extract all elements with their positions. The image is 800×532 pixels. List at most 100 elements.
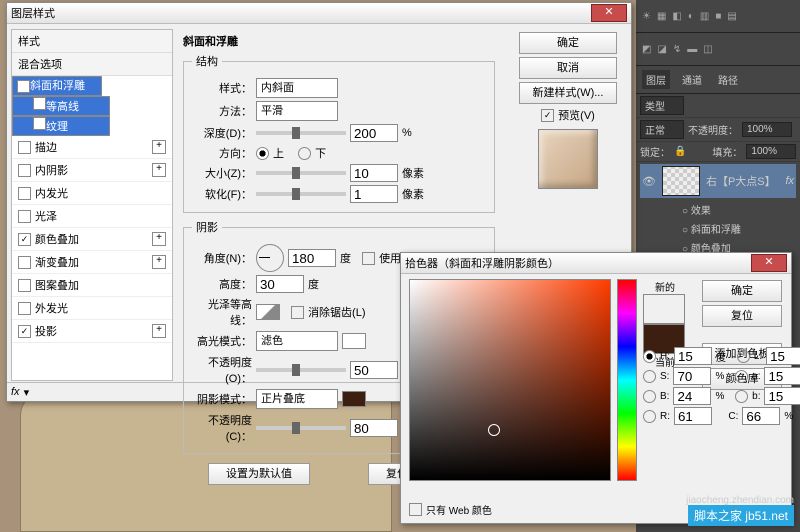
altitude-input[interactable]	[256, 275, 304, 293]
shadow-opacity-input[interactable]	[350, 419, 398, 437]
make-default-button[interactable]: 设置为默认值	[208, 463, 310, 485]
style-item-4[interactable]: 内阴影+	[12, 159, 172, 182]
style-checkbox[interactable]	[18, 233, 31, 246]
style-item-2[interactable]: 纹理	[12, 116, 110, 136]
technique-select[interactable]: 平滑	[256, 101, 338, 121]
depth-input[interactable]	[350, 124, 398, 142]
highlight-mode-select[interactable]: 滤色	[256, 331, 338, 351]
depth-slider[interactable]	[256, 131, 346, 135]
h-radio[interactable]	[643, 350, 656, 363]
style-checkbox[interactable]	[18, 210, 31, 223]
new-style-button[interactable]: 新建样式(W)...	[519, 82, 617, 104]
a-input[interactable]	[764, 367, 800, 385]
b-radio[interactable]	[643, 390, 656, 403]
add-icon[interactable]: +	[152, 163, 166, 177]
style-item-9[interactable]: 图案叠加	[12, 274, 172, 297]
picker-cancel-button[interactable]: 复位	[702, 305, 782, 327]
add-icon[interactable]: +	[152, 232, 166, 246]
l-radio[interactable]	[737, 350, 750, 363]
s-input[interactable]	[673, 367, 711, 385]
style-checkbox[interactable]	[33, 117, 46, 130]
layer-row[interactable]: 👁 右【P大点S】 fx	[640, 164, 796, 198]
style-checkbox[interactable]	[18, 164, 31, 177]
shadow-opacity-slider[interactable]	[256, 426, 346, 430]
tab-channels[interactable]: 通道	[678, 70, 706, 89]
highlight-opacity-input[interactable]	[350, 361, 398, 379]
style-checkbox[interactable]	[18, 141, 31, 154]
style-checkbox[interactable]	[18, 187, 31, 200]
style-item-3[interactable]: 描边+	[12, 136, 172, 159]
fill-value[interactable]: 100%	[746, 144, 796, 159]
b-input[interactable]	[673, 387, 711, 405]
soften-input[interactable]	[350, 185, 398, 203]
angle-dial[interactable]	[256, 244, 284, 272]
style-checkbox[interactable]	[18, 279, 31, 292]
direction-up-radio[interactable]	[256, 147, 269, 160]
style-checkbox[interactable]	[17, 80, 30, 93]
style-item-5[interactable]: 内发光	[12, 182, 172, 205]
fx-effects[interactable]: 效果	[636, 200, 800, 219]
global-light-checkbox[interactable]	[362, 252, 375, 265]
tab-paths[interactable]: 路径	[714, 70, 742, 89]
close-icon[interactable]: ✕	[591, 4, 627, 22]
size-slider[interactable]	[256, 171, 346, 175]
style-item-0[interactable]: 斜面和浮雕	[12, 76, 102, 96]
size-input[interactable]	[350, 164, 398, 182]
style-checkbox[interactable]	[18, 302, 31, 315]
close-icon[interactable]: ✕	[751, 254, 787, 272]
ok-button[interactable]: 确定	[519, 32, 617, 54]
style-item-10[interactable]: 外发光	[12, 297, 172, 320]
color-marker[interactable]	[488, 424, 500, 436]
highlight-opacity-slider[interactable]	[256, 368, 346, 372]
style-item-8[interactable]: 渐变叠加+	[12, 251, 172, 274]
layer-kind[interactable]: 类型	[640, 96, 684, 115]
style-item-11[interactable]: 投影+	[12, 320, 172, 343]
bevel-style-select[interactable]: 内斜面	[256, 78, 338, 98]
style-item-6[interactable]: 光泽	[12, 205, 172, 228]
c-input[interactable]	[742, 407, 780, 425]
style-checkbox[interactable]	[33, 97, 46, 110]
blend-mode[interactable]: 正常	[640, 120, 684, 139]
add-icon[interactable]: +	[152, 140, 166, 154]
styles-header[interactable]: 样式	[12, 30, 172, 53]
antialias-checkbox[interactable]	[291, 306, 304, 319]
hue-slider[interactable]	[617, 279, 637, 481]
soften-slider[interactable]	[256, 192, 346, 196]
direction-down-radio[interactable]	[298, 147, 311, 160]
a-radio[interactable]	[735, 370, 748, 383]
r-input[interactable]	[674, 407, 712, 425]
angle-input[interactable]	[288, 249, 336, 267]
shadow-mode-select[interactable]: 正片叠底	[256, 389, 338, 409]
style-item-1[interactable]: 等高线	[12, 96, 110, 116]
contour-picker[interactable]	[256, 304, 280, 320]
bb-radio[interactable]	[735, 390, 748, 403]
style-checkbox[interactable]	[18, 256, 31, 269]
visibility-icon[interactable]: 👁	[642, 175, 656, 188]
fx-menu-icon[interactable]: fx	[11, 386, 20, 398]
blend-options-header[interactable]: 混合选项	[12, 53, 172, 76]
fx-bevel[interactable]: 斜面和浮雕	[636, 219, 800, 238]
web-only-checkbox[interactable]	[409, 503, 422, 516]
r-radio[interactable]	[643, 410, 656, 423]
h-input[interactable]	[674, 347, 712, 365]
picker-titlebar[interactable]: 拾色器（斜面和浮雕阴影颜色） ✕	[401, 253, 791, 274]
color-field[interactable]	[409, 279, 611, 481]
style-item-7[interactable]: 颜色叠加+	[12, 228, 172, 251]
cancel-button[interactable]: 取消	[519, 57, 617, 79]
chevron-down-icon[interactable]: ▾	[24, 386, 30, 399]
shadow-color[interactable]	[342, 391, 366, 407]
add-icon[interactable]: +	[152, 324, 166, 338]
up-label: 上	[273, 145, 284, 161]
picker-ok-button[interactable]: 确定	[702, 280, 782, 302]
bb-input[interactable]	[764, 387, 800, 405]
highlight-color[interactable]	[342, 333, 366, 349]
opacity-value[interactable]: 100%	[742, 122, 792, 137]
style-checkbox[interactable]	[18, 325, 31, 338]
l-input[interactable]	[766, 347, 800, 365]
preview-checkbox[interactable]: ✓	[541, 109, 554, 122]
fx-badge[interactable]: fx	[785, 175, 794, 187]
s-radio[interactable]	[643, 370, 656, 383]
dialog-titlebar[interactable]: 图层样式 ✕	[7, 3, 631, 24]
tab-layers[interactable]: 图层	[642, 70, 670, 89]
add-icon[interactable]: +	[152, 255, 166, 269]
